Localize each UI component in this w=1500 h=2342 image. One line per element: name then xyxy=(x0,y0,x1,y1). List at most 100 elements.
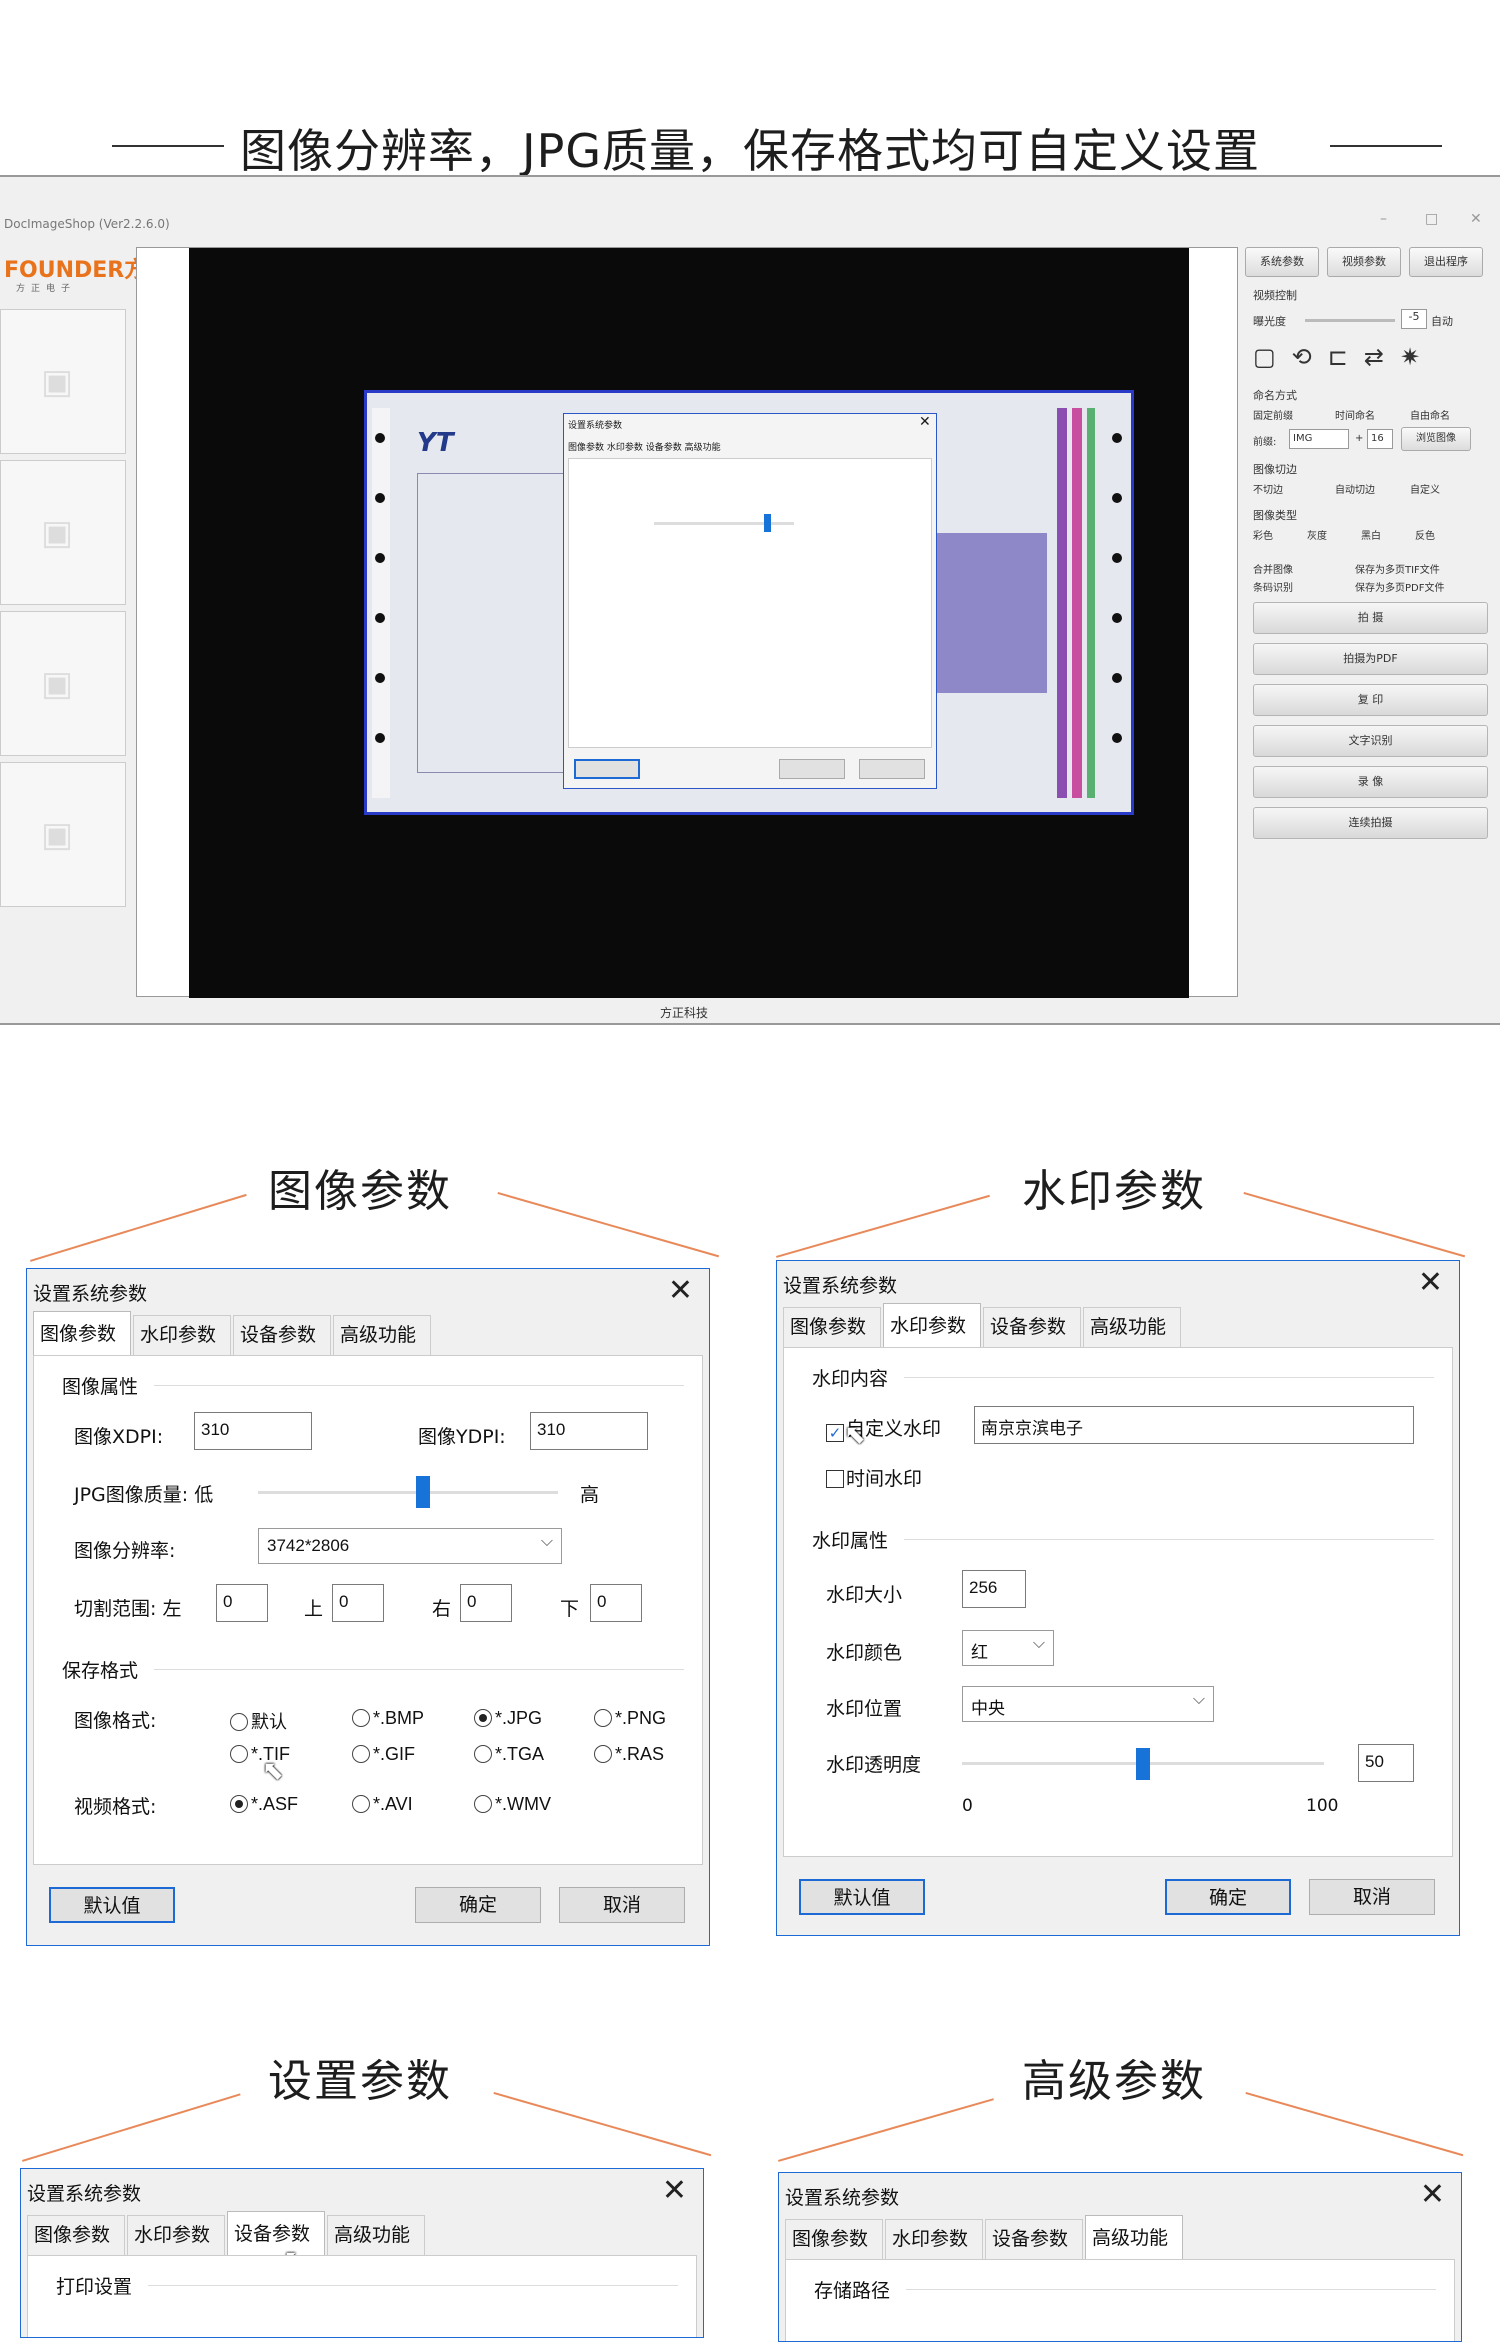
crop-bottom-label: 下 xyxy=(560,1598,580,1620)
exit-button[interactable]: 退出程序 xyxy=(1409,247,1483,277)
app-title: DocImageShop (Ver2.2.6.0) xyxy=(4,217,170,231)
type-option-invert[interactable]: 反色 xyxy=(1415,527,1435,542)
format-radio-png[interactable]: *.PNG xyxy=(594,1708,666,1729)
barcode-checkbox[interactable]: 条码识别 xyxy=(1253,579,1293,594)
tab-image[interactable]: 图像参数 xyxy=(33,1311,131,1355)
close-icon[interactable]: ✕ xyxy=(668,1273,693,1308)
exposure-value[interactable]: -5 xyxy=(1401,309,1427,329)
naming-option-time[interactable]: 时间命名 xyxy=(1335,407,1375,422)
crop-top-input[interactable]: 0 xyxy=(332,1584,384,1622)
jpg-quality-slider[interactable] xyxy=(416,1476,430,1508)
watermark-opacity-slider[interactable] xyxy=(1136,1748,1150,1780)
copy-button[interactable]: 复 印 xyxy=(1253,684,1488,716)
dialog-title: 设置系统参数 xyxy=(783,1275,898,1297)
opacity-max-label: 100 xyxy=(1306,1796,1339,1816)
record-button[interactable]: 录 像 xyxy=(1253,766,1488,798)
capture-pdf-button[interactable]: 拍摄为PDF xyxy=(1253,643,1488,675)
tab-advanced[interactable]: 高级功能 xyxy=(327,2215,425,2255)
crop-option-auto[interactable]: 自动切边 xyxy=(1335,481,1375,496)
system-params-button[interactable]: 系统参数 xyxy=(1245,247,1319,277)
naming-option-free[interactable]: 自由命名 xyxy=(1410,407,1450,422)
minimize-icon[interactable]: – xyxy=(1380,211,1387,227)
group-title-image-props: 图像属性 xyxy=(62,1376,139,1398)
thumbnail-3[interactable]: ▣ xyxy=(0,611,126,756)
continuous-capture-button[interactable]: 连续拍摄 xyxy=(1253,807,1488,839)
tab-watermark[interactable]: 水印参数 xyxy=(127,2215,225,2255)
format-radio-tga[interactable]: *.TGA xyxy=(474,1744,544,1765)
maximize-icon[interactable]: □ xyxy=(1425,211,1438,227)
tab-watermark[interactable]: 水印参数 xyxy=(885,2219,983,2259)
format-radio-ras[interactable]: *.RAS xyxy=(594,1744,664,1765)
multi-pdf-checkbox[interactable]: 保存为多页PDF文件 xyxy=(1355,579,1444,594)
cancel-button[interactable]: 取消 xyxy=(1309,1879,1435,1915)
type-option-color[interactable]: 彩色 xyxy=(1253,527,1273,542)
exposure-slider[interactable] xyxy=(1305,319,1395,322)
capture-button[interactable]: 拍 摄 xyxy=(1253,602,1488,634)
format-radio-bmp[interactable]: *.BMP xyxy=(352,1708,424,1729)
default-button[interactable]: 默认值 xyxy=(49,1887,175,1923)
custom-watermark-input[interactable]: 南京京滨电子 xyxy=(974,1406,1414,1444)
close-icon[interactable]: ✕ xyxy=(1418,1265,1443,1300)
watermark-size-input[interactable]: 256 xyxy=(962,1570,1026,1608)
video-params-button[interactable]: 视频参数 xyxy=(1327,247,1401,277)
type-label: 图像类型 xyxy=(1253,509,1297,522)
image-params-dialog: 设置系统参数 ✕ 图像参数 水印参数 设备参数 高级功能 图像属性 图像XDPI… xyxy=(26,1268,710,1946)
crop-bottom-input[interactable]: 0 xyxy=(590,1584,642,1622)
ocr-button[interactable]: 文字识别 xyxy=(1253,725,1488,757)
tab-device[interactable]: 设备参数 xyxy=(983,1307,1081,1347)
watermark-position-select[interactable]: 中央 ⌵ xyxy=(962,1686,1214,1722)
auto-checkbox[interactable]: 自动 xyxy=(1431,313,1453,329)
number-input[interactable]: 16 xyxy=(1367,429,1393,449)
format-radio-gif[interactable]: *.GIF xyxy=(352,1744,415,1765)
rotate-tools-icon[interactable]: ▢⟲⊏⇄✷ xyxy=(1253,343,1436,371)
watermark-color-select[interactable]: 红 ⌵ xyxy=(962,1630,1054,1666)
close-icon[interactable]: ✕ xyxy=(662,2173,687,2208)
tab-image[interactable]: 图像参数 xyxy=(783,1307,881,1347)
format-radio-default[interactable]: 默认 xyxy=(230,1708,287,1734)
type-option-gray[interactable]: 灰度 xyxy=(1307,527,1327,542)
format-radio-jpg[interactable]: *.JPG xyxy=(474,1708,542,1729)
time-watermark-checkbox[interactable]: 时间水印 xyxy=(826,1464,922,1491)
tab-image[interactable]: 图像参数 xyxy=(27,2215,125,2255)
tab-advanced[interactable]: 高级功能 xyxy=(333,1315,431,1355)
thumbnail-4[interactable]: ▣ xyxy=(0,762,126,907)
crop-right-input[interactable]: 0 xyxy=(460,1584,512,1622)
tab-panel: 打印设置 xyxy=(27,2255,697,2337)
cancel-button[interactable]: 取消 xyxy=(559,1887,685,1923)
crop-left-input[interactable]: 0 xyxy=(216,1584,268,1622)
merge-checkbox[interactable]: 合并图像 xyxy=(1253,561,1293,576)
tab-device[interactable]: 设备参数 xyxy=(233,1315,331,1355)
multi-tif-checkbox[interactable]: 保存为多页TIF文件 xyxy=(1355,561,1440,576)
tab-device[interactable]: 设备参数 xyxy=(227,2211,325,2255)
crop-option-none[interactable]: 不切边 xyxy=(1253,481,1283,496)
thumbnail-2[interactable]: ▣ xyxy=(0,460,126,605)
tab-device[interactable]: 设备参数 xyxy=(985,2219,1083,2259)
tab-watermark[interactable]: 水印参数 xyxy=(883,1303,981,1347)
default-button[interactable]: 默认值 xyxy=(799,1879,925,1915)
tab-image[interactable]: 图像参数 xyxy=(785,2219,883,2259)
chevron-down-icon: ⌵ xyxy=(1032,1635,1045,1652)
ok-button[interactable]: 确定 xyxy=(415,1887,541,1923)
thumbnail-1[interactable]: ▣ xyxy=(0,309,126,454)
dialog-title: 设置系统参数 xyxy=(27,2183,142,2205)
ok-button[interactable]: 确定 xyxy=(1165,1879,1291,1915)
xdpi-input[interactable]: 310 xyxy=(194,1412,312,1450)
resolution-select[interactable]: 3742*2806 ⌵ xyxy=(258,1528,562,1564)
tab-watermark[interactable]: 水印参数 xyxy=(133,1315,231,1355)
naming-option-prefix[interactable]: 固定前缀 xyxy=(1253,407,1293,422)
video-radio-avi[interactable]: *.AVI xyxy=(352,1794,413,1815)
type-option-bw[interactable]: 黑白 xyxy=(1361,527,1381,542)
video-radio-asf[interactable]: *.ASF xyxy=(230,1794,298,1815)
dialog-title: 设置系统参数 xyxy=(785,2187,900,2209)
crop-option-custom[interactable]: 自定义 xyxy=(1410,481,1440,496)
close-icon[interactable]: ✕ xyxy=(1420,2177,1445,2212)
opacity-min-label: 0 xyxy=(962,1796,973,1816)
close-icon[interactable]: ✕ xyxy=(1470,211,1482,227)
prefix-select[interactable]: IMG xyxy=(1289,429,1349,449)
tab-advanced[interactable]: 高级功能 xyxy=(1083,1307,1181,1347)
ydpi-input[interactable]: 310 xyxy=(530,1412,648,1450)
tab-advanced[interactable]: 高级功能 xyxy=(1085,2215,1183,2259)
browse-button[interactable]: 浏览图像 xyxy=(1401,427,1471,451)
video-radio-wmv[interactable]: *.WMV xyxy=(474,1794,551,1815)
watermark-opacity-input[interactable]: 50 xyxy=(1358,1744,1414,1782)
